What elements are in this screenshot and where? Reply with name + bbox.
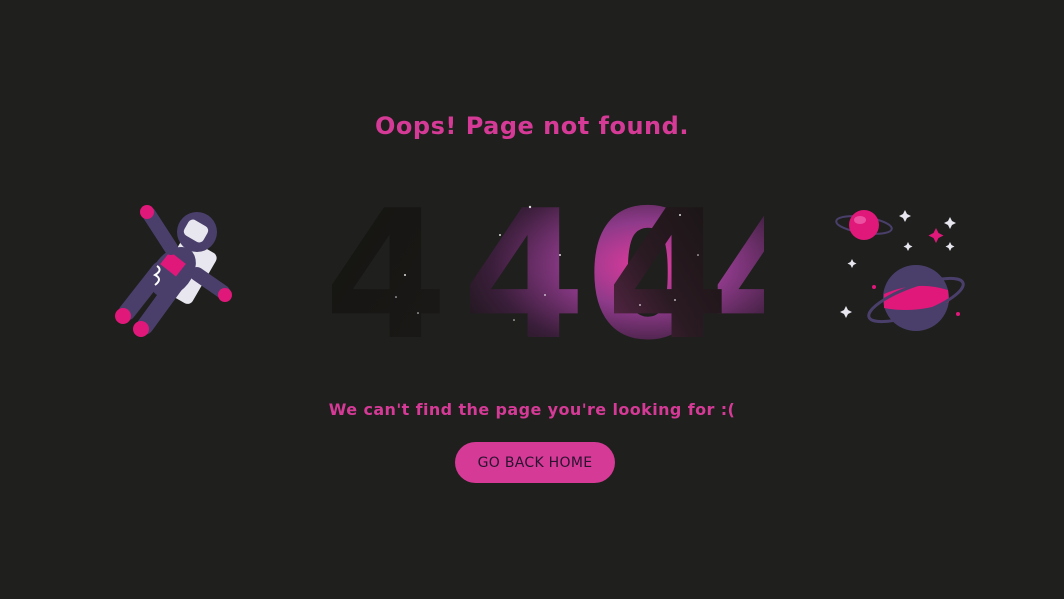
error-code-graphic: 4 404 4 bbox=[300, 185, 764, 355]
astronaut-icon bbox=[105, 200, 240, 340]
page-title: Oops! Page not found. bbox=[375, 112, 689, 140]
not-found-message: We can't find the page you're looking fo… bbox=[328, 400, 736, 419]
not-found-page: Oops! Page not found. 4 40 4 We can't fi… bbox=[0, 0, 1064, 599]
planets-icon bbox=[832, 202, 972, 338]
svg-text:4: 4 bbox=[606, 185, 730, 355]
svg-text:4: 4 bbox=[324, 185, 448, 355]
go-back-home-button[interactable]: GO BACK HOME bbox=[455, 442, 615, 483]
